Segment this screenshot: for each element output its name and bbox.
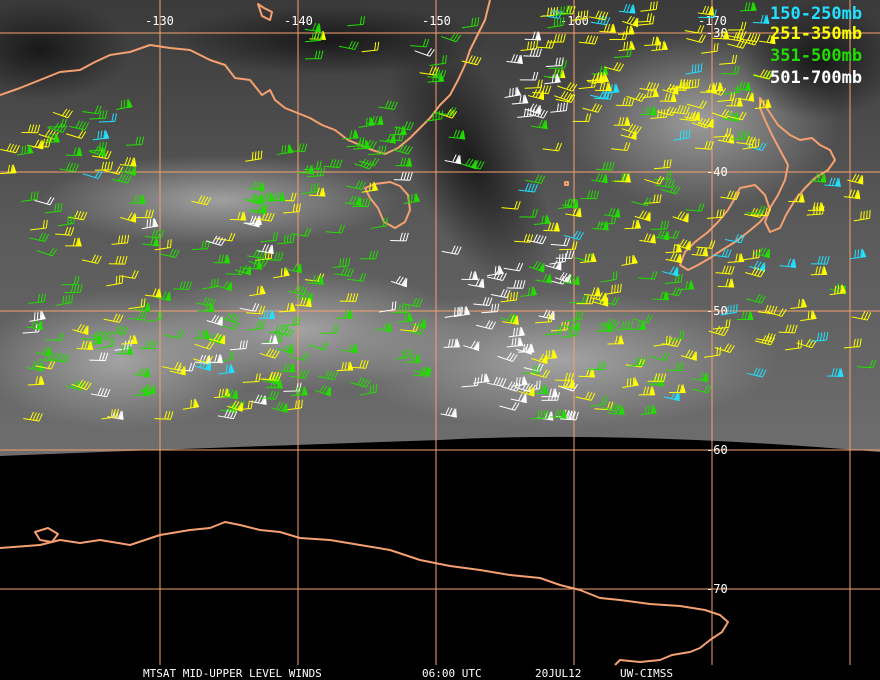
legend-251-350mb: 251-350mb [770, 24, 862, 44]
lat-label-40: -40 [706, 165, 728, 179]
lon-label-140: -140 [284, 14, 313, 28]
footer-product: MTSAT MID-UPPER LEVEL WINDS [143, 667, 322, 680]
legend-351-500mb: 351-500mb [770, 46, 862, 66]
lon-label-150: -150 [422, 14, 451, 28]
legend-501-700mb: 501-700mb [770, 68, 862, 88]
pressure-legend: 150-250mb 251-350mb 351-500mb 501-700mb [770, 4, 862, 88]
lat-label-50: -50 [706, 304, 728, 318]
footer-date: 20JUL12 [535, 667, 581, 680]
lon-label-130: -130 [145, 14, 174, 28]
antarctica-coastline [0, 521, 729, 666]
lat-label-60: -60 [706, 443, 728, 457]
lat-label-70: -70 [706, 582, 728, 596]
satellite-wind-map: -130 -140 -150 -160 -170 -30 -40 -50 -60… [0, 0, 880, 680]
water-vapor-imagery [0, 0, 880, 456]
footer-caption: MTSAT MID-UPPER LEVEL WINDS 06:00 UTC 20… [143, 667, 673, 680]
legend-150-250mb: 150-250mb [770, 4, 862, 24]
antarctic-island [34, 527, 59, 543]
footer-time: 06:00 UTC [422, 667, 482, 680]
footer-source: UW-CIMSS [620, 667, 673, 680]
